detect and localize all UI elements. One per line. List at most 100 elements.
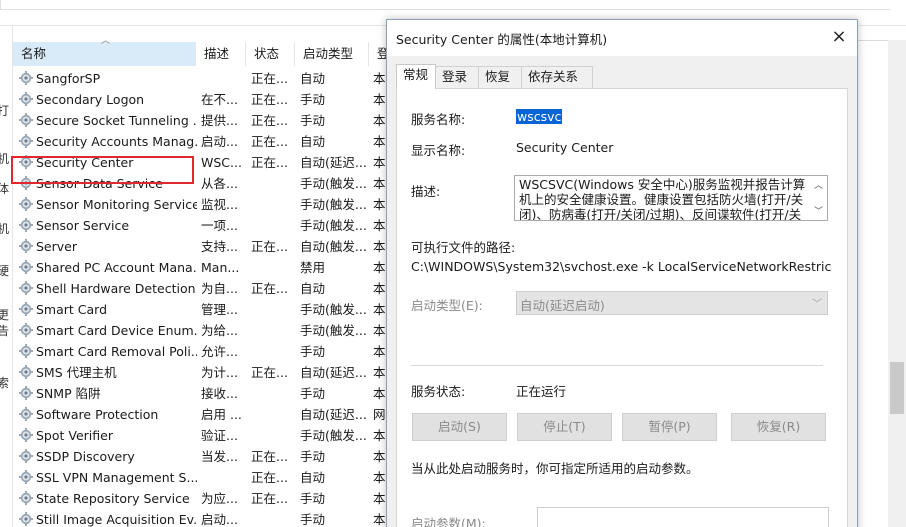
description-cell: 当发... [201,449,238,464]
table-row[interactable]: SMS 代理主机 为计... 正在... 自动(延迟... 本 [13,362,393,383]
column-header-status[interactable]: 状态 [246,42,295,66]
table-row[interactable]: Still Image Acquisition Ev... 启动... 手动本 [13,509,393,527]
column-header-name[interactable]: 名称 ︿ [13,36,196,66]
description-cell [201,467,247,488]
table-row[interactable]: Software Protection 启用 ... 自动(延迟... 网 [13,404,393,425]
gear-icon [19,406,33,421]
table-row[interactable]: SSL VPN Management S... 正在... 自动本 [13,467,393,488]
status-cell [251,320,297,341]
status-cell: 正在... [251,155,288,170]
service-name-value[interactable]: wscsvc [516,109,563,124]
table-row[interactable]: Server 支持... 正在... 自动(触发... 本 [13,236,393,257]
description-scrollbar[interactable]: ︿ ﹀ [811,176,827,220]
scroll-down-icon: ﹀ [814,207,824,217]
table-row[interactable]: Smart Card 管理... 手动(触发... 本 [13,299,393,320]
status-cell: 正在... [251,470,288,485]
table-row[interactable]: Sensor Monitoring Service 监视... 手动(触发... 本 [13,194,393,215]
vertical-scrollbar[interactable] [888,40,906,527]
status-cell: 正在... [251,365,288,380]
service-name-cell: Security Accounts Manag... [19,131,197,152]
dialog-title-bar[interactable]: Security Center 的属性(本地计算机) × [387,20,857,56]
tab-general[interactable]: 常规 [396,64,436,89]
dialog-title: Security Center 的属性(本地计算机) [396,32,608,47]
table-row[interactable]: SNMP 陷阱 接收... 手动本 [13,383,393,404]
startup-type-cell: 自动(延迟... [300,155,367,170]
tab-recovery[interactable]: 恢复 [478,66,522,88]
column-header-description[interactable]: 描述 [196,42,246,66]
service-name-cell: Smart Card Removal Poli... [19,341,197,362]
start-params-input[interactable] [537,507,829,527]
status-cell: 正在... [251,281,288,296]
stop-button[interactable]: 停止(T) [517,413,612,441]
description-cell: 启动... [201,512,238,527]
scrollbar-thumb[interactable] [890,362,904,414]
list-header: 名称 ︿ 描述 状态 启动类型 登 [13,36,393,66]
table-row[interactable]: Security Accounts Manag... 启动... 正在... 自动本 [13,131,393,152]
table-row[interactable]: SangforSP 正在... 自动本 [13,68,393,89]
table-row[interactable]: Sensor Service 一项... 手动(触发... 本 [13,215,393,236]
status-cell: 正在... [251,113,288,128]
service-name-label: 服务名称: [411,112,466,127]
table-row[interactable]: Smart Card Removal Poli... 允许... 手动本 [13,341,393,362]
table-row[interactable]: Smart Card Device Enum... 为给... 手动(触发... 本 [13,320,393,341]
table-row[interactable]: Security Center WSC... 正在... 自动(延迟... 本 [13,152,393,173]
status-cell [251,299,297,320]
startup-type-cell: 自动 [300,470,326,485]
table-row[interactable]: Shared PC Account Mana... Man... 禁用本 [13,257,393,278]
service-name-cell: Sensor Monitoring Service [19,194,197,215]
tab-dependencies[interactable]: 依存关系 [521,66,593,88]
description-cell: 为应... [201,491,238,506]
table-row[interactable]: Shell Hardware Detection 为自... 正在... 自动本 [13,278,393,299]
description-cell: 在不... [201,92,238,107]
tab-logon[interactable]: 登录 [435,66,479,88]
startup-type-cell: 手动 [300,449,326,464]
startup-type-cell: 自动(延迟... [300,365,367,380]
resume-button[interactable]: 恢复(R) [731,413,826,441]
description-cell: 为计... [201,365,238,380]
column-header-startup-type[interactable]: 启动类型 [295,42,369,66]
pause-button[interactable]: 暂停(P) [622,413,717,441]
gear-icon [19,112,33,127]
table-row[interactable]: Secondary Logon 在不... 正在... 手动本 [13,89,393,110]
close-icon: × [831,26,847,47]
start-params-hint: 当从此处启动服务时，你可指定所适用的启动参数。 [411,461,699,476]
startup-type-cell: 手动 [300,491,326,506]
exe-path-value: C:\WINDOWS\System32\svchost.exe -k Local… [411,259,831,274]
gear-icon [19,70,33,85]
startup-type-cell: 禁用 [300,260,326,275]
description-cell: 监视... [201,197,238,212]
table-row[interactable]: State Repository Service 为应... 正在... 手动本 [13,488,393,509]
start-button[interactable]: 启动(S) [412,413,507,441]
startup-type-select[interactable]: 自动(延迟启动) ﹀ [516,291,828,315]
gear-icon [19,238,33,253]
service-name-cell: Security Center [19,152,197,173]
description-cell [201,68,247,89]
table-row[interactable]: Secure Socket Tunneling ... 提供... 正在... 手动本 [13,110,393,131]
service-name-cell: Secondary Logon [19,89,197,110]
status-cell: 正在... [251,449,288,464]
gear-icon [19,490,33,505]
status-cell: 正在... [251,491,288,506]
description-text: WSCSVC(Windows 安全中心)服务监视并报告计算机上的安全健康设置。健… [519,177,806,221]
service-name-cell: Shared PC Account Mana... [19,257,197,278]
gear-icon [19,196,33,211]
table-row[interactable]: Sensor Data Service 从各... 手动(触发... 本 [13,173,393,194]
table-row[interactable]: SSDP Discovery 当发... 正在... 手动本 [13,446,393,467]
startup-type-cell: 自动 [300,281,326,296]
service-name-cell: SNMP 陷阱 [19,383,197,404]
startup-type-label: 启动类型(E): [411,298,483,313]
description-cell: 启动... [201,134,238,149]
gear-icon [19,511,33,526]
startup-type-cell: 手动 [300,512,326,527]
display-name-value[interactable]: Security Center [516,140,613,155]
status-cell [251,173,297,194]
services-list[interactable]: 名称 ︿ 描述 状态 启动类型 登 SangforSP 正在... 自动本 Secon… [11,26,393,527]
status-cell: 正在... [251,239,288,254]
service-name-cell: Smart Card Device Enum... [19,320,197,341]
description-cell: 接收... [201,386,238,401]
table-row[interactable]: Spot Verifier 验证... 手动(触发... 本 [13,425,393,446]
close-button[interactable]: × [827,26,851,50]
description-box[interactable]: WSCSVC(Windows 安全中心)服务监视并报告计算机上的安全健康设置。健… [514,175,828,221]
description-cell: 管理... [201,302,238,317]
status-cell [251,341,297,362]
